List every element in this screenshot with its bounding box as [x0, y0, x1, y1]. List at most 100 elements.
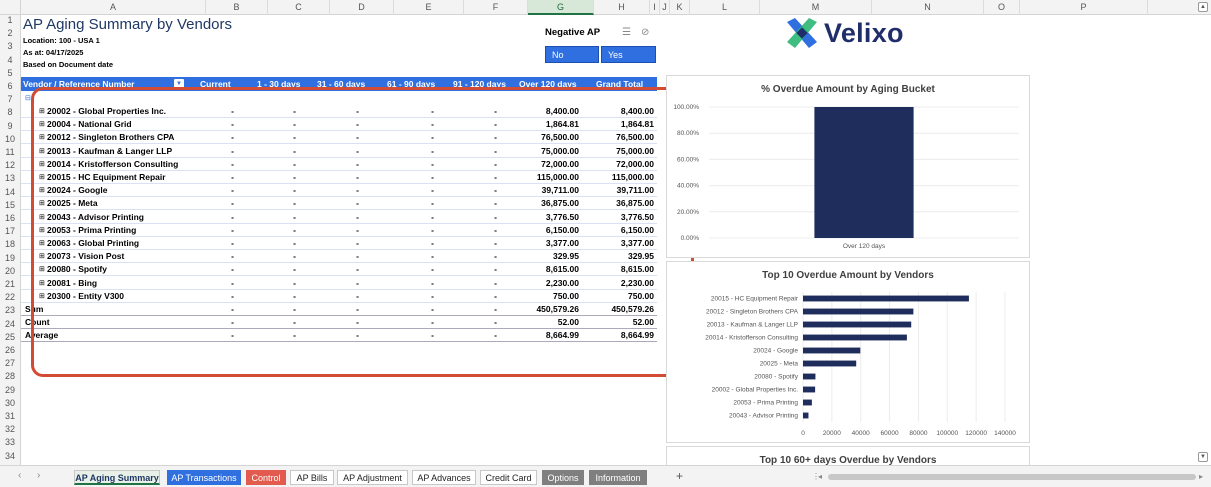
y-tick-label: 20025 - Meta	[760, 361, 799, 368]
sheet-tab[interactable]: Options	[542, 470, 584, 485]
bar[interactable]	[803, 386, 816, 393]
column-header-i[interactable]: I	[650, 0, 660, 15]
row-header[interactable]: 18	[0, 239, 20, 249]
report-as-at: As at: 04/17/2025	[23, 48, 84, 57]
row-header[interactable]: 19	[0, 253, 20, 263]
select-all-corner[interactable]	[0, 0, 21, 15]
worksheet[interactable]: AP Aging Summary by Vendors Location: 10…	[21, 15, 1199, 465]
sheet-tab[interactable]: Credit Card	[480, 470, 537, 485]
bar[interactable]	[803, 295, 969, 302]
column-header-j[interactable]: J	[660, 0, 670, 15]
row-header[interactable]: 13	[0, 173, 20, 183]
y-tick-label: 20.00%	[677, 209, 699, 216]
row-header[interactable]: 33	[0, 437, 20, 447]
sheet-tab[interactable]: Control	[246, 470, 286, 485]
row-header[interactable]: 30	[0, 398, 20, 408]
column-header-n[interactable]: N	[872, 0, 984, 15]
bar[interactable]	[803, 412, 809, 419]
column-header-a[interactable]: A	[21, 0, 206, 15]
bar[interactable]	[803, 399, 812, 406]
row-header[interactable]: 8	[0, 107, 20, 117]
y-tick-label: 20002 - Global Properties Inc.	[712, 387, 799, 394]
horizontal-scrollbar[interactable]	[828, 474, 1196, 480]
row-header-bar: 1 2 3 4 5 6 7 8 9 10 11 12 13 14 15 16 17 18 19 20 21 22 23 24 2…	[0, 15, 21, 474]
sheet-tab[interactable]: AP Transactions	[167, 470, 241, 485]
chart-overdue-by-bucket[interactable]: % Overdue Amount by Aging Bucket 100.00%…	[666, 75, 1030, 258]
column-header-f[interactable]: F	[464, 0, 528, 15]
sheet-tab[interactable]: AP Advances	[412, 470, 476, 485]
row-header[interactable]: 5	[0, 68, 20, 78]
row-header[interactable]: 2	[0, 28, 20, 38]
row-header[interactable]: 15	[0, 200, 20, 210]
column-header-l[interactable]: L	[690, 0, 760, 15]
row-header[interactable]: 6	[0, 81, 20, 91]
scroll-down-icon[interactable]: ▼	[1198, 452, 1208, 462]
tab-prev-icon[interactable]: ‹	[18, 470, 21, 481]
row-header[interactable]: 16	[0, 213, 20, 223]
row-header[interactable]: 29	[0, 385, 20, 395]
row-header[interactable]: 32	[0, 424, 20, 434]
multi-select-icon[interactable]: ☰	[622, 27, 631, 38]
bar[interactable]	[803, 360, 857, 367]
bar[interactable]	[803, 334, 907, 341]
column-header-k[interactable]: K	[670, 0, 690, 15]
report-title: AP Aging Summary by Vendors	[23, 16, 233, 33]
x-tick-label: 140000	[994, 430, 1016, 437]
column-header-e[interactable]: E	[394, 0, 464, 15]
scroll-up-icon[interactable]: ▲	[1198, 2, 1208, 12]
column-header-h[interactable]: H	[594, 0, 650, 15]
sheet-tab[interactable]: AP Bills	[290, 470, 334, 485]
bar[interactable]	[803, 308, 914, 315]
hscroll-right-icon[interactable]: ▸	[1199, 472, 1203, 481]
slicer-option-yes[interactable]: Yes	[601, 46, 656, 63]
sheet-tab[interactable]: AP Adjustment	[337, 470, 408, 485]
row-header[interactable]: 26	[0, 345, 20, 355]
chart-top10-60plus[interactable]: Top 10 60+ days Overdue by Vendors	[666, 446, 1030, 465]
add-sheet-icon[interactable]: +	[676, 469, 683, 483]
bar[interactable]	[803, 373, 816, 380]
row-header[interactable]: 21	[0, 279, 20, 289]
column-header-o[interactable]: O	[984, 0, 1020, 15]
row-header[interactable]: 28	[0, 371, 20, 381]
row-header[interactable]: 10	[0, 134, 20, 144]
tab-next-icon[interactable]: ›	[37, 470, 40, 481]
column-header-c[interactable]: C	[268, 0, 330, 15]
row-header[interactable]: 25	[0, 332, 20, 342]
row-header[interactable]: 20	[0, 266, 20, 276]
slicer-title: Negative AP	[545, 27, 601, 38]
column-header-p[interactable]: P	[1020, 0, 1148, 15]
hscroll-left-icon[interactable]: ◂	[818, 472, 822, 481]
column-header-g[interactable]: G	[528, 0, 594, 15]
row-header[interactable]: 27	[0, 358, 20, 368]
column-header-bar: ABCDEFGHIJKLMNOP ▲	[0, 0, 1211, 15]
row-header[interactable]: 34	[0, 451, 20, 461]
chart-top10-overdue[interactable]: Top 10 Overdue Amount by Vendors 0 20000 4…	[666, 261, 1030, 443]
y-tick-label: 20024 - Google	[753, 348, 798, 355]
row-header[interactable]: 7	[0, 94, 20, 104]
row-header[interactable]: 11	[0, 147, 20, 157]
row-header[interactable]: 17	[0, 226, 20, 236]
chart-plot: 100.00% 80.00% 60.00% 40.00% 20.00% 0.00% Over…	[673, 104, 1019, 250]
bar[interactable]	[803, 321, 912, 328]
row-header[interactable]: 4	[0, 55, 20, 65]
row-header[interactable]: 23	[0, 305, 20, 315]
x-tick-label: 80000	[909, 430, 927, 437]
row-header[interactable]: 31	[0, 411, 20, 421]
row-header[interactable]: 22	[0, 292, 20, 302]
collapse-icon[interactable]: ⊟	[25, 94, 31, 102]
bar[interactable]	[803, 347, 861, 354]
clear-filter-icon[interactable]: ⊘	[641, 27, 649, 38]
column-header-m[interactable]: M	[760, 0, 872, 15]
row-header[interactable]: 24	[0, 319, 20, 329]
column-header-d[interactable]: D	[330, 0, 394, 15]
bar[interactable]	[814, 107, 914, 238]
row-header[interactable]: 1	[0, 15, 20, 25]
sheet-tab[interactable]: Information	[589, 470, 647, 485]
row-header[interactable]: 12	[0, 160, 20, 170]
slicer-option-no[interactable]: No	[545, 46, 599, 63]
row-header[interactable]: 3	[0, 41, 20, 51]
row-header[interactable]: 9	[0, 121, 20, 131]
sheet-tab[interactable]: AP Aging Summary	[74, 470, 160, 485]
column-header-b[interactable]: B	[206, 0, 268, 15]
row-header[interactable]: 14	[0, 187, 20, 197]
